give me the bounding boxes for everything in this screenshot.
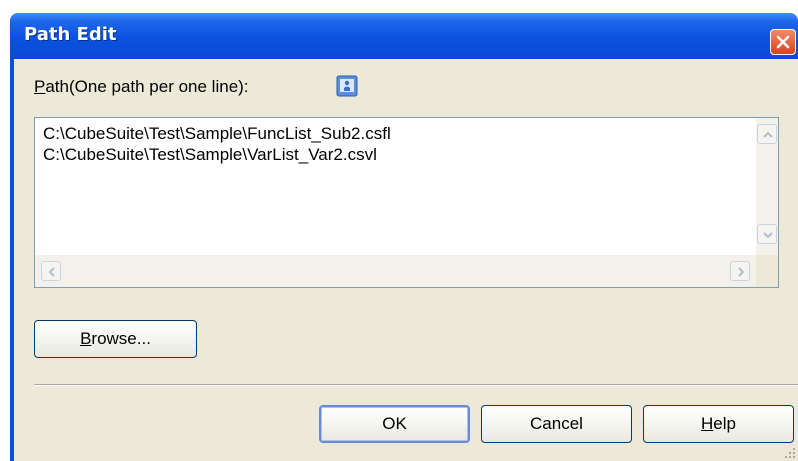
browse-mnemonic: B (80, 329, 92, 348)
separator (34, 384, 798, 386)
dialog-title: Path Edit (24, 24, 117, 45)
chevron-up-icon (763, 131, 773, 138)
chevron-right-icon (738, 267, 745, 277)
path-label: Path(One path per one line): (34, 77, 249, 97)
path-line: C:\CubeSuite\Test\Sample\FuncList_Sub2.c… (43, 124, 391, 143)
browse-button[interactable]: Browse... (34, 320, 197, 358)
chevron-down-icon (763, 232, 773, 239)
scroll-left-button[interactable] (41, 261, 61, 281)
path-line: C:\CubeSuite\Test\Sample\VarList_Var2.cs… (43, 145, 377, 164)
dialog-client: Path(One path per one line): C:\CubeSuit… (14, 59, 798, 461)
cancel-button[interactable]: Cancel (481, 405, 632, 443)
horizontal-scrollbar[interactable] (35, 255, 756, 287)
vertical-scrollbar[interactable] (756, 118, 778, 256)
scroll-up-button[interactable] (757, 124, 777, 144)
scrollbar-corner (756, 255, 778, 287)
help-label: elp (713, 414, 736, 433)
close-icon (776, 35, 790, 49)
title-bar[interactable]: Path Edit (10, 13, 798, 59)
path-textarea[interactable]: C:\CubeSuite\Test\Sample\FuncList_Sub2.c… (34, 117, 779, 288)
help-button[interactable]: Help (643, 405, 794, 443)
browse-label: rowse... (91, 329, 151, 348)
info-icon[interactable] (336, 75, 358, 97)
scroll-down-button[interactable] (757, 224, 777, 244)
resize-grip-icon[interactable] (784, 447, 796, 459)
ok-button[interactable]: OK (319, 405, 470, 443)
chevron-left-icon (48, 267, 55, 277)
scroll-right-button[interactable] (730, 261, 750, 281)
help-mnemonic: H (701, 414, 714, 433)
path-label-mnemonic: P (34, 77, 46, 96)
close-button[interactable] (770, 29, 796, 55)
path-label-text: ath(One path per one line): (45, 77, 249, 96)
dialog-window: Path Edit Path(One path per one line): C… (10, 13, 798, 461)
